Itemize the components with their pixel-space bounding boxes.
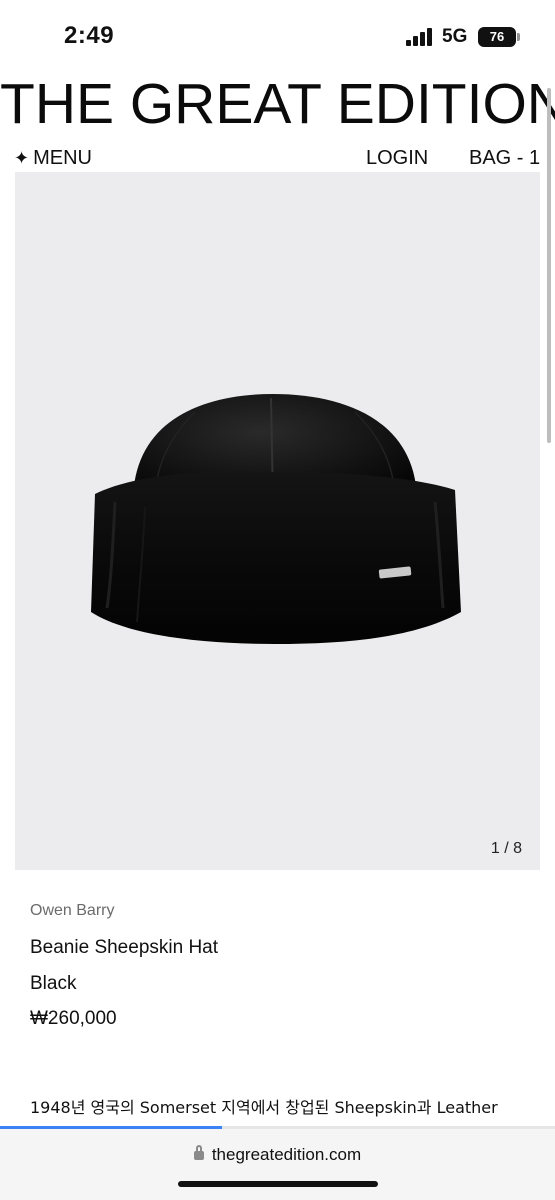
product-image[interactable]: 1 / 8 [15, 172, 540, 870]
login-link[interactable]: LOGIN [366, 147, 428, 170]
battery-tip [517, 33, 520, 41]
status-time: 2:49 [64, 22, 115, 49]
signal-icon [406, 28, 434, 46]
url-field[interactable]: thegreatedition.com [0, 1145, 555, 1165]
network-type: 5G [442, 26, 468, 47]
product-price: ₩260,000 [30, 1008, 117, 1029]
menu-label: MENU [33, 147, 92, 169]
product-name: Beanie Sheepskin Hat [30, 937, 219, 958]
lock-icon [193, 1145, 204, 1160]
image-counter: 1 / 8 [490, 840, 522, 857]
home-indicator[interactable] [178, 1181, 378, 1187]
page-scrollbar[interactable] [547, 88, 551, 443]
status-bar: 2:49 5G 76 [0, 0, 555, 70]
sparkle-icon: ✦ [14, 148, 30, 168]
product-color: Black [30, 973, 77, 994]
product-description: 1948년 영국의 Somerset 지역에서 창업된 Sheepskin과 L… [30, 1098, 498, 1117]
brand-logo[interactable]: THE GREAT EDITION [0, 72, 555, 136]
top-nav: ✦ MENU LOGIN BAG - 1 [0, 144, 555, 174]
bag-link[interactable]: BAG - 1 [469, 147, 540, 170]
menu-button[interactable]: ✦ MENU [14, 147, 92, 170]
url-text: thegreatedition.com [211, 1145, 362, 1164]
browser-url-bar[interactable]: thegreatedition.com [0, 1129, 555, 1200]
hat-illustration [91, 394, 461, 644]
battery-icon: 76 [478, 27, 516, 47]
product-brand[interactable]: Owen Barry [30, 902, 114, 920]
